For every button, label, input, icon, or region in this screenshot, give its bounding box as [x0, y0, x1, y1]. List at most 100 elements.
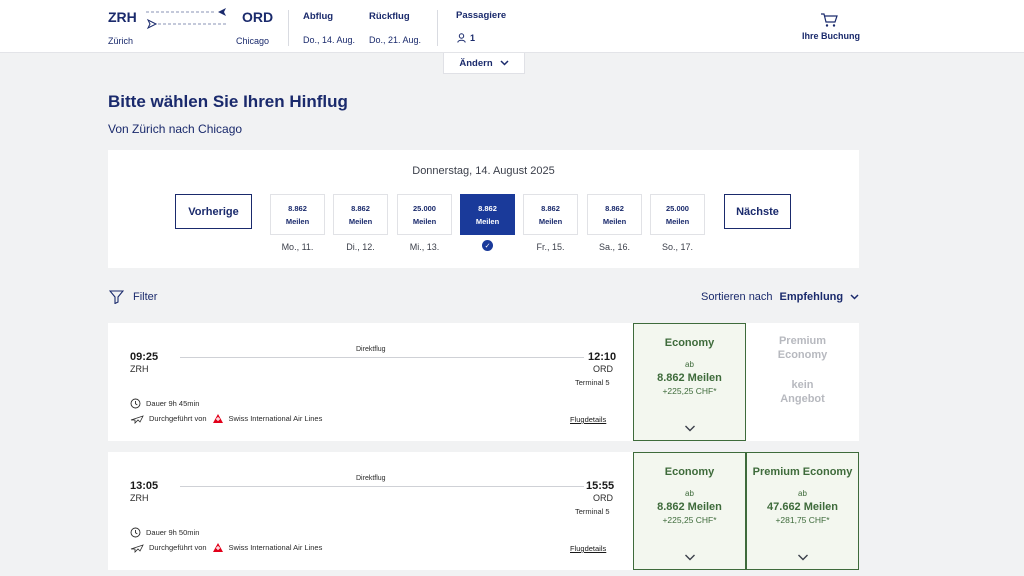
- day-price: 8.862: [605, 203, 624, 213]
- day-unit: Meilen: [348, 216, 373, 226]
- economy-fare-option[interactable]: Economy ab 8.862 Meilen +225,25 CHF*: [633, 323, 746, 441]
- day-price: 8.862: [478, 203, 497, 213]
- page-subtitle: Von Zürich nach Chicago: [108, 122, 243, 136]
- return-date[interactable]: Do., 21. Aug.: [369, 35, 421, 45]
- departure-airport: ZRH: [130, 364, 149, 374]
- filter-button[interactable]: Filter: [109, 290, 157, 304]
- fare-miles: 8.862 Meilen: [657, 372, 722, 384]
- duration: Dauer 9h 50min: [130, 527, 199, 538]
- day-option[interactable]: 8.862 Meilen: [523, 194, 578, 235]
- day-label: Mi., 13.: [409, 242, 440, 252]
- destination-city: Chicago: [236, 36, 270, 46]
- depart-date[interactable]: Do., 14. Aug.: [303, 35, 355, 45]
- premium-economy-fare-unavailable: Premium Economy kein Angebot: [746, 323, 859, 441]
- fare-miles: 47.662 Meilen: [767, 501, 838, 513]
- fare-from: ab: [685, 489, 694, 498]
- origin-code: ZRH: [108, 9, 137, 25]
- operator: Durchgeführt von Swiss International Air…: [130, 542, 322, 553]
- day-label: So., 17.: [661, 242, 694, 252]
- operator: Durchgeführt von Swiss International Air…: [130, 413, 322, 424]
- premium-economy-fare-option[interactable]: Premium Economy ab 47.662 Meilen +281,75…: [746, 452, 859, 570]
- chevron-down-icon: [500, 60, 509, 66]
- passengers-value: 1: [470, 33, 476, 43]
- previous-button[interactable]: Vorherige: [175, 194, 252, 229]
- flight-type: Direktflug: [356, 475, 386, 482]
- arrival-time: 15:55: [586, 480, 615, 492]
- plane-icon: [130, 414, 144, 424]
- day-option[interactable]: 8.862 Meilen: [270, 194, 325, 235]
- day-price: 8.862: [541, 203, 560, 213]
- day-unit: Meilen: [475, 216, 500, 226]
- day-unit: Meilen: [412, 216, 437, 226]
- flight-card: Direktflug 13:05 15:55 ZRH ORD Terminal …: [108, 452, 859, 570]
- airline-name: Swiss International Air Lines: [228, 414, 323, 423]
- next-button[interactable]: Nächste: [724, 194, 791, 229]
- date-selector: Donnerstag, 14. August 2025 Vorherige Nä…: [108, 150, 859, 268]
- arrival-time: 12:10: [588, 351, 617, 363]
- day-price: 25.000: [413, 203, 436, 213]
- fare-surcharge: +281,75 CHF*: [775, 515, 830, 525]
- day-label: Mo., 11.: [281, 242, 314, 252]
- route-arrows-icon: [146, 8, 228, 30]
- no-offer-text: kein Angebot: [780, 378, 825, 406]
- fare-class: Economy: [664, 337, 715, 349]
- check-icon: ✓: [482, 240, 493, 251]
- destination-code: ORD: [242, 9, 274, 25]
- clock-icon: [130, 527, 141, 538]
- fare-class: Premium Economy: [778, 334, 828, 362]
- arrival-airport: ORD: [593, 493, 613, 503]
- return-label: Rückflug: [369, 11, 410, 22]
- plane-icon: [130, 543, 144, 553]
- route-line: [180, 486, 584, 487]
- fare-surcharge: +225,25 CHF*: [662, 515, 717, 525]
- sort-value: Empfehlung: [779, 291, 844, 303]
- day-option[interactable]: 25.000 Meilen: [650, 194, 705, 235]
- selected-date-heading: Donnerstag, 14. August 2025: [412, 165, 555, 177]
- filter-label: Filter: [133, 291, 158, 303]
- fare-surcharge: +225,25 CHF*: [662, 386, 717, 396]
- day-option[interactable]: 8.862 Meilen: [587, 194, 642, 235]
- terminal: Terminal 5: [575, 378, 610, 387]
- cart-icon[interactable]: [820, 12, 838, 28]
- depart-label: Abflug: [303, 11, 334, 22]
- day-option[interactable]: 8.862 Meilen: [333, 194, 388, 235]
- page-title: Bitte wählen Sie Ihren Hinflug: [108, 92, 348, 111]
- day-option-selected[interactable]: 8.862 Meilen: [460, 194, 515, 235]
- change-search-button[interactable]: Ändern: [443, 53, 525, 74]
- fare-class: Premium Economy: [752, 466, 853, 478]
- flight-details-link[interactable]: Flugdetails: [570, 415, 606, 424]
- booking-link[interactable]: Ihre Buchung: [800, 31, 862, 41]
- flight-type: Direktflug: [356, 346, 386, 353]
- chevron-down-icon[interactable]: [684, 425, 695, 432]
- flight-card: Direktflug 09:25 12:10 ZRH ORD Terminal …: [108, 323, 859, 441]
- route-line: [180, 357, 584, 358]
- departure-airport: ZRH: [130, 493, 149, 503]
- day-label: Di., 12.: [346, 242, 375, 252]
- no-offer-line: kein: [791, 379, 814, 391]
- swiss-logo-icon: [212, 543, 223, 552]
- sort-control[interactable]: Sortieren nach Empfehlung: [701, 291, 859, 303]
- top-bar: ZRH Zürich ORD Chicago Abflug Do., 14. A…: [0, 0, 1024, 53]
- chevron-down-icon[interactable]: [797, 554, 808, 561]
- departure-time: 09:25: [130, 351, 159, 363]
- swiss-logo-icon: [212, 414, 223, 423]
- clock-icon: [130, 398, 141, 409]
- chevron-down-icon[interactable]: [684, 554, 695, 561]
- fare-from: ab: [798, 489, 807, 498]
- economy-fare-option[interactable]: Economy ab 8.862 Meilen +225,25 CHF*: [633, 452, 746, 570]
- fare-class-line: Economy: [777, 349, 828, 361]
- fare-from: ab: [685, 360, 694, 369]
- day-unit: Meilen: [665, 216, 690, 226]
- chevron-down-icon: [850, 294, 859, 300]
- passengers-label: Passagiere: [456, 10, 507, 21]
- operator-prefix: Durchgeführt von: [149, 414, 207, 423]
- terminal: Terminal 5: [575, 507, 610, 516]
- divider: [288, 10, 289, 46]
- day-unit: Meilen: [285, 216, 310, 226]
- divider: [437, 10, 438, 46]
- passengers-count[interactable]: 1: [457, 33, 475, 43]
- flight-details-link[interactable]: Flugdetails: [570, 544, 606, 553]
- day-unit: Meilen: [538, 216, 563, 226]
- filter-icon: [109, 290, 124, 304]
- day-option[interactable]: 25.000 Meilen: [397, 194, 452, 235]
